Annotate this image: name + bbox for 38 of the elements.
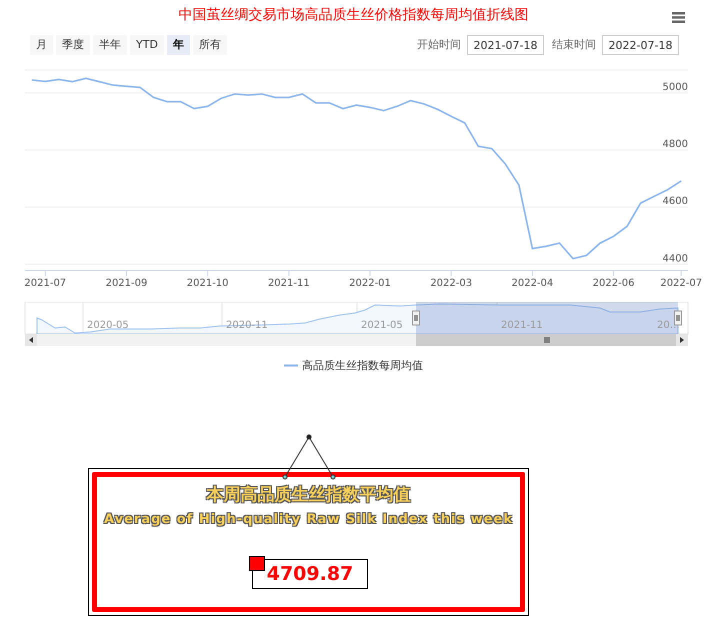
- x-axis-label: 2022-01: [349, 278, 391, 289]
- x-axis-label: 2022-06: [592, 278, 634, 289]
- range-button[interactable]: 季度: [56, 34, 90, 56]
- range-button[interactable]: 年: [166, 34, 190, 56]
- range-handle[interactable]: [412, 310, 420, 326]
- navigator-label: 2020-05: [87, 320, 129, 331]
- card-title: 本周高品质生丝指数平均值: [205, 484, 412, 506]
- y-axis-label: 4800: [662, 139, 688, 150]
- y-axis-label: 5000: [662, 82, 688, 93]
- end-date-label: 结束时间: [552, 36, 596, 53]
- scroll-right-button[interactable]: [676, 334, 688, 346]
- x-axis-label: 2022-03: [430, 278, 472, 289]
- hanging-string-drawing: [283, 434, 335, 480]
- index-value: 4709.87: [252, 558, 368, 588]
- card-subtitle: Average of High-quality Raw Silk Index this week: [103, 511, 514, 529]
- scroll-left-button[interactable]: [25, 334, 37, 346]
- x-axis-label: 2021-10: [186, 278, 229, 289]
- navigator-label: 2021-11: [501, 320, 543, 331]
- menu-icon[interactable]: [672, 12, 685, 23]
- scrollbar-thumb[interactable]: [416, 334, 678, 346]
- x-axis-label: 2022-07: [660, 278, 702, 289]
- navigator-label: 2021-05: [361, 320, 403, 331]
- end-date-field[interactable]: 2022-07-18: [602, 35, 679, 55]
- x-axis-label: 2021-07: [24, 278, 66, 289]
- marker-square: [249, 556, 265, 570]
- legend-item[interactable]: 高品质生丝指数每周均值: [302, 358, 423, 374]
- range-button[interactable]: YTD: [130, 34, 164, 56]
- y-axis-label: 4600: [662, 196, 688, 208]
- y-axis-label: 4400: [662, 253, 688, 264]
- start-date-field[interactable]: 2021-07-18: [467, 35, 544, 55]
- start-date-label: 开始时间: [417, 36, 461, 53]
- x-axis-label: 2021-09: [106, 278, 148, 289]
- range-button[interactable]: 半年: [93, 34, 127, 56]
- range-button[interactable]: 月: [30, 34, 53, 56]
- range-button[interactable]: 所有: [192, 34, 227, 56]
- x-axis-label: 2021-11: [268, 278, 310, 289]
- chart-title: 中国茧丝绸交易市场高品质生丝价格指数每周均值折线图: [178, 6, 528, 25]
- x-axis-label: 2022-04: [512, 278, 554, 289]
